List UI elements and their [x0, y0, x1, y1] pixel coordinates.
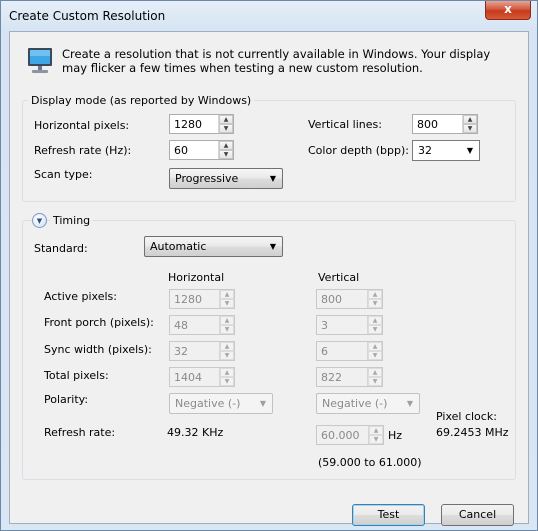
spin-up-icon: ▲ [220, 368, 234, 377]
vertical-lines-stepper[interactable]: 800 ▲ ▼ [412, 114, 478, 134]
refresh-v-stepper: 60.000 ▲ ▼ [316, 425, 384, 445]
info-text: Create a resolution that is not currentl… [62, 47, 491, 75]
total-h-value: 1404 [174, 371, 202, 384]
horizontal-pixels-value[interactable]: 1280 [170, 115, 218, 133]
total-v-stepper: 822 ▲ ▼ [316, 367, 383, 387]
front-porch-label: Front porch (pixels): [44, 316, 154, 329]
timing-refresh-rate-label: Refresh rate: [44, 426, 116, 439]
dialog-body: Create a resolution that is not currentl… [9, 31, 529, 526]
sync-width-h-value: 32 [174, 345, 188, 358]
spin-up-icon[interactable]: ▲ [463, 115, 477, 124]
active-h-value: 1280 [174, 293, 202, 306]
horizontal-pixels-label: Horizontal pixels: [34, 119, 130, 132]
polarity-v-value: Negative (-) [322, 397, 388, 410]
scan-type-value: Progressive [175, 172, 239, 185]
scan-type-select[interactable]: Progressive ▼ [169, 168, 283, 189]
vertical-lines-value[interactable]: 800 [413, 115, 462, 133]
front-porch-h-value: 48 [174, 319, 188, 332]
close-icon: x [504, 2, 512, 16]
pixel-clock-value: 69.2453 MHz [436, 426, 509, 439]
timing-title: Timing [50, 214, 94, 227]
refresh-rate-label: Refresh rate (Hz): [34, 144, 132, 157]
front-porch-v-stepper: 3 ▲ ▼ [316, 315, 383, 335]
spin-down-icon: ▼ [368, 299, 382, 308]
spin-up-icon: ▲ [368, 290, 382, 299]
spin-down-icon: ▼ [368, 325, 382, 334]
refresh-v-unit: Hz [388, 429, 403, 442]
active-h-stepper: 1280 ▲ ▼ [169, 289, 235, 309]
refresh-rate-value[interactable]: 60 [170, 141, 218, 159]
spin-down-icon: ▼ [369, 435, 383, 444]
spin-down-icon: ▼ [220, 325, 234, 334]
close-button[interactable]: x [485, 1, 531, 20]
standard-label: Standard: [34, 242, 88, 255]
polarity-label: Polarity: [44, 393, 89, 406]
sync-width-label: Sync width (pixels): [44, 343, 152, 356]
display-mode-title: Display mode (as reported by Windows) [28, 94, 255, 107]
spin-down-icon: ▼ [368, 377, 382, 386]
sync-width-v-value: 6 [321, 345, 328, 358]
total-pixels-label: Total pixels: [44, 369, 109, 382]
front-porch-v-value: 3 [321, 319, 328, 332]
sync-width-v-stepper: 6 ▲ ▼ [316, 341, 383, 361]
spin-up-icon: ▲ [220, 316, 234, 325]
standard-value: Automatic [150, 240, 207, 253]
chevron-down-icon: ▼ [466, 146, 473, 155]
chevron-down-icon: ▼ [269, 174, 276, 183]
test-button[interactable]: Test [352, 504, 425, 526]
spin-down-icon[interactable]: ▼ [219, 150, 233, 159]
color-depth-select[interactable]: 32 ▼ [412, 140, 480, 161]
front-porch-h-stepper: 48 ▲ ▼ [169, 315, 235, 335]
spin-up-icon: ▲ [368, 316, 382, 325]
window-title: Create Custom Resolution [9, 9, 166, 23]
horizontal-column-header: Horizontal [168, 271, 225, 284]
polarity-h-select: Negative (-) ▼ [169, 393, 273, 414]
chevron-down-icon: ▼ [36, 216, 43, 225]
polarity-h-value: Negative (-) [175, 397, 241, 410]
timing-collapse-toggle[interactable]: ▼ [32, 213, 47, 228]
refresh-v-value: 60.000 [321, 429, 360, 442]
spin-up-icon: ▲ [220, 290, 234, 299]
monitor-icon [28, 48, 52, 73]
create-custom-resolution-window: Create Custom Resolution x Create a reso… [0, 0, 538, 531]
polarity-v-select: Negative (-) ▼ [316, 393, 420, 414]
title-bar[interactable]: Create Custom Resolution x [1, 1, 537, 31]
spin-up-icon: ▲ [368, 368, 382, 377]
spin-down-icon[interactable]: ▼ [219, 124, 233, 133]
spin-up-icon[interactable]: ▲ [219, 141, 233, 150]
spin-down-icon: ▼ [220, 299, 234, 308]
cancel-button[interactable]: Cancel [441, 504, 514, 526]
sync-width-h-stepper: 32 ▲ ▼ [169, 341, 235, 361]
scan-type-label: Scan type: [34, 168, 93, 181]
chevron-down-icon: ▼ [259, 399, 266, 408]
standard-select[interactable]: Automatic ▼ [144, 236, 283, 257]
spin-down-icon: ▼ [368, 351, 382, 360]
chevron-down-icon: ▼ [269, 242, 276, 251]
spin-up-icon: ▲ [368, 342, 382, 351]
vertical-column-header: Vertical [318, 271, 360, 284]
total-v-value: 822 [321, 371, 342, 384]
active-pixels-label: Active pixels: [44, 290, 117, 303]
spin-down-icon[interactable]: ▼ [463, 124, 477, 133]
pixel-clock-label: Pixel clock: [436, 410, 497, 423]
refresh-h-value: 49.32 KHz [167, 426, 224, 439]
refresh-range: (59.000 to 61.000) [318, 456, 422, 469]
active-v-value: 800 [321, 293, 342, 306]
spin-down-icon: ▼ [220, 351, 234, 360]
spin-up-icon: ▲ [369, 426, 383, 435]
chevron-down-icon: ▼ [406, 399, 413, 408]
refresh-rate-stepper[interactable]: 60 ▲ ▼ [169, 140, 234, 160]
active-v-stepper: 800 ▲ ▼ [316, 289, 383, 309]
spin-up-icon: ▲ [220, 342, 234, 351]
vertical-lines-label: Vertical lines: [308, 118, 382, 131]
spin-down-icon: ▼ [220, 377, 234, 386]
horizontal-pixels-stepper[interactable]: 1280 ▲ ▼ [169, 114, 234, 134]
color-depth-label: Color depth (bpp): [308, 144, 409, 157]
color-depth-value: 32 [418, 144, 432, 157]
spin-up-icon[interactable]: ▲ [219, 115, 233, 124]
total-h-stepper: 1404 ▲ ▼ [169, 367, 235, 387]
